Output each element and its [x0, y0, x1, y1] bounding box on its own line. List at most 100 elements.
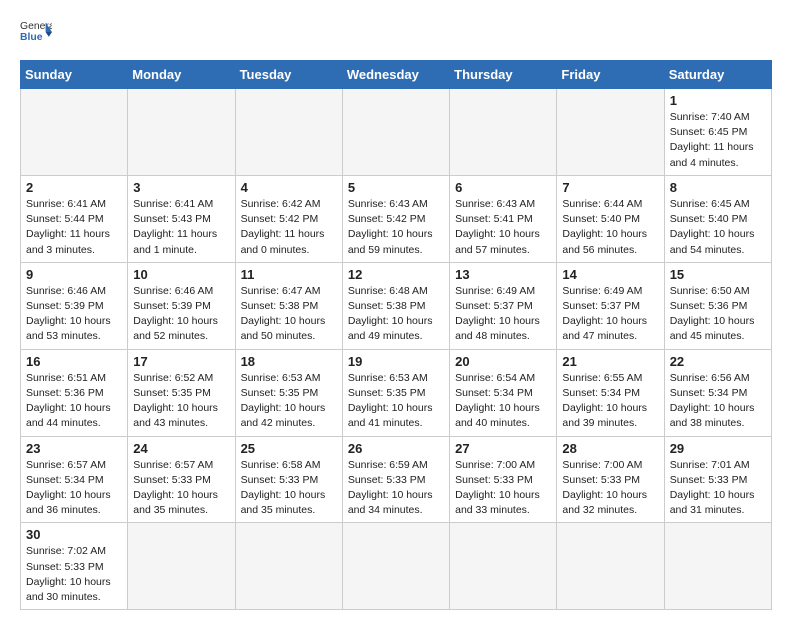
day-info: Sunrise: 7:00 AMSunset: 5:33 PMDaylight:…: [562, 458, 658, 519]
day-info: Sunrise: 6:43 AMSunset: 5:41 PMDaylight:…: [455, 197, 551, 258]
calendar-cell: 24 Sunrise: 6:57 AMSunset: 5:33 PMDayligh…: [128, 436, 235, 523]
calendar-cell: [342, 89, 449, 176]
svg-text:Blue: Blue: [20, 32, 43, 43]
day-number: 6: [455, 180, 551, 195]
calendar-cell: 23Sunrise: 6:57 AMSunset: 5:34 PMDayligh…: [21, 436, 128, 523]
day-info: Sunrise: 6:48 AMSunset: 5:38 PMDaylight:…: [348, 284, 444, 345]
day-info: Sunrise: 6:45 AMSunset: 5:40 PMDaylight:…: [670, 197, 766, 258]
day-number: 27: [455, 441, 551, 456]
weekday-header-friday: Friday: [557, 61, 664, 89]
day-info: Sunrise: 6:49 AMSunset: 5:37 PMDaylight:…: [455, 284, 551, 345]
calendar-cell: 22 Sunrise: 6:56 AMSunset: 5:34 PMDayligh…: [664, 349, 771, 436]
day-info: Sunrise: 6:53 AMSunset: 5:35 PMDaylight:…: [241, 371, 337, 432]
day-number: 15: [670, 267, 766, 282]
weekday-header-monday: Monday: [128, 61, 235, 89]
day-number: 19: [348, 354, 444, 369]
week-row-5: 23Sunrise: 6:57 AMSunset: 5:34 PMDayligh…: [21, 436, 772, 523]
day-info: Sunrise: 6:42 AMSunset: 5:42 PMDaylight:…: [241, 197, 337, 258]
day-number: 26: [348, 441, 444, 456]
day-info: Sunrise: 6:55 AMSunset: 5:34 PMDaylight:…: [562, 371, 658, 432]
week-row-4: 16Sunrise: 6:51 AMSunset: 5:36 PMDayligh…: [21, 349, 772, 436]
weekday-header-wednesday: Wednesday: [342, 61, 449, 89]
day-info: Sunrise: 6:59 AMSunset: 5:33 PMDaylight:…: [348, 458, 444, 519]
calendar-cell: 25 Sunrise: 6:58 AMSunset: 5:33 PMDayligh…: [235, 436, 342, 523]
calendar-cell: 12Sunrise: 6:48 AMSunset: 5:38 PMDayligh…: [342, 262, 449, 349]
calendar-page: General Blue SundayMondayTuesdayWednesda…: [0, 0, 792, 626]
calendar-cell: 2 Sunrise: 6:41 AMSunset: 5:44 PMDaylight…: [21, 175, 128, 262]
day-info: Sunrise: 6:44 AMSunset: 5:40 PMDaylight:…: [562, 197, 658, 258]
calendar-cell: 16Sunrise: 6:51 AMSunset: 5:36 PMDayligh…: [21, 349, 128, 436]
calendar-cell: 26 Sunrise: 6:59 AMSunset: 5:33 PMDayligh…: [342, 436, 449, 523]
day-number: 8: [670, 180, 766, 195]
weekday-header-sunday: Sunday: [21, 61, 128, 89]
day-number: 2: [26, 180, 122, 195]
day-info: Sunrise: 6:58 AMSunset: 5:33 PMDaylight:…: [241, 458, 337, 519]
day-info: Sunrise: 6:41 AMSunset: 5:43 PMDaylight:…: [133, 197, 229, 258]
calendar-cell: 13 Sunrise: 6:49 AMSunset: 5:37 PMDayligh…: [450, 262, 557, 349]
calendar-cell: [557, 523, 664, 610]
calendar-cell: 29 Sunrise: 7:01 AMSunset: 5:33 PMDayligh…: [664, 436, 771, 523]
day-number: 5: [348, 180, 444, 195]
day-number: 30: [26, 527, 122, 542]
day-info: Sunrise: 6:52 AMSunset: 5:35 PMDaylight:…: [133, 371, 229, 432]
calendar-cell: [557, 89, 664, 176]
calendar-cell: [664, 523, 771, 610]
calendar-cell: 10Sunrise: 6:46 AMSunset: 5:39 PMDayligh…: [128, 262, 235, 349]
day-info: Sunrise: 6:57 AMSunset: 5:34 PMDaylight:…: [26, 458, 122, 519]
calendar-cell: 28 Sunrise: 7:00 AMSunset: 5:33 PMDayligh…: [557, 436, 664, 523]
calendar-cell: 5Sunrise: 6:43 AMSunset: 5:42 PMDaylight…: [342, 175, 449, 262]
calendar-cell: 8 Sunrise: 6:45 AMSunset: 5:40 PMDaylight…: [664, 175, 771, 262]
calendar-cell: 4 Sunrise: 6:42 AMSunset: 5:42 PMDaylight…: [235, 175, 342, 262]
calendar-table: SundayMondayTuesdayWednesdayThursdayFrid…: [20, 60, 772, 610]
calendar-cell: 17Sunrise: 6:52 AMSunset: 5:35 PMDayligh…: [128, 349, 235, 436]
day-number: 22: [670, 354, 766, 369]
calendar-cell: 1Sunrise: 7:40 AMSunset: 6:45 PMDaylight…: [664, 89, 771, 176]
calendar-cell: [21, 89, 128, 176]
day-number: 10: [133, 267, 229, 282]
week-row-3: 9Sunrise: 6:46 AMSunset: 5:39 PMDaylight…: [21, 262, 772, 349]
day-info: Sunrise: 6:50 AMSunset: 5:36 PMDaylight:…: [670, 284, 766, 345]
day-number: 21: [562, 354, 658, 369]
calendar-cell: 14Sunrise: 6:49 AMSunset: 5:37 PMDayligh…: [557, 262, 664, 349]
day-number: 4: [241, 180, 337, 195]
day-number: 9: [26, 267, 122, 282]
calendar-cell: [450, 89, 557, 176]
day-info: Sunrise: 7:01 AMSunset: 5:33 PMDaylight:…: [670, 458, 766, 519]
day-info: Sunrise: 6:41 AMSunset: 5:44 PMDaylight:…: [26, 197, 122, 258]
calendar-cell: 11Sunrise: 6:47 AMSunset: 5:38 PMDayligh…: [235, 262, 342, 349]
logo: General Blue: [20, 16, 60, 48]
day-number: 28: [562, 441, 658, 456]
day-info: Sunrise: 6:51 AMSunset: 5:36 PMDaylight:…: [26, 371, 122, 432]
day-info: Sunrise: 7:02 AMSunset: 5:33 PMDaylight:…: [26, 544, 122, 605]
weekday-header-row: SundayMondayTuesdayWednesdayThursdayFrid…: [21, 61, 772, 89]
day-info: Sunrise: 6:49 AMSunset: 5:37 PMDaylight:…: [562, 284, 658, 345]
day-number: 29: [670, 441, 766, 456]
day-number: 3: [133, 180, 229, 195]
day-number: 13: [455, 267, 551, 282]
day-info: Sunrise: 6:56 AMSunset: 5:34 PMDaylight:…: [670, 371, 766, 432]
weekday-header-thursday: Thursday: [450, 61, 557, 89]
day-number: 25: [241, 441, 337, 456]
day-number: 20: [455, 354, 551, 369]
day-number: 7: [562, 180, 658, 195]
calendar-cell: 18Sunrise: 6:53 AMSunset: 5:35 PMDayligh…: [235, 349, 342, 436]
calendar-cell: [342, 523, 449, 610]
week-row-6: 30 Sunrise: 7:02 AMSunset: 5:33 PMDayligh…: [21, 523, 772, 610]
weekday-header-saturday: Saturday: [664, 61, 771, 89]
calendar-cell: [128, 523, 235, 610]
day-info: Sunrise: 6:54 AMSunset: 5:34 PMDaylight:…: [455, 371, 551, 432]
week-row-2: 2 Sunrise: 6:41 AMSunset: 5:44 PMDaylight…: [21, 175, 772, 262]
day-number: 24: [133, 441, 229, 456]
day-info: Sunrise: 6:57 AMSunset: 5:33 PMDaylight:…: [133, 458, 229, 519]
day-number: 1: [670, 93, 766, 108]
day-info: Sunrise: 6:47 AMSunset: 5:38 PMDaylight:…: [241, 284, 337, 345]
calendar-cell: [450, 523, 557, 610]
weekday-header-tuesday: Tuesday: [235, 61, 342, 89]
calendar-cell: 3 Sunrise: 6:41 AMSunset: 5:43 PMDaylight…: [128, 175, 235, 262]
calendar-cell: 21 Sunrise: 6:55 AMSunset: 5:34 PMDayligh…: [557, 349, 664, 436]
calendar-cell: [128, 89, 235, 176]
calendar-cell: 30 Sunrise: 7:02 AMSunset: 5:33 PMDayligh…: [21, 523, 128, 610]
calendar-cell: 20 Sunrise: 6:54 AMSunset: 5:34 PMDayligh…: [450, 349, 557, 436]
header: General Blue: [20, 16, 772, 48]
calendar-cell: 19Sunrise: 6:53 AMSunset: 5:35 PMDayligh…: [342, 349, 449, 436]
